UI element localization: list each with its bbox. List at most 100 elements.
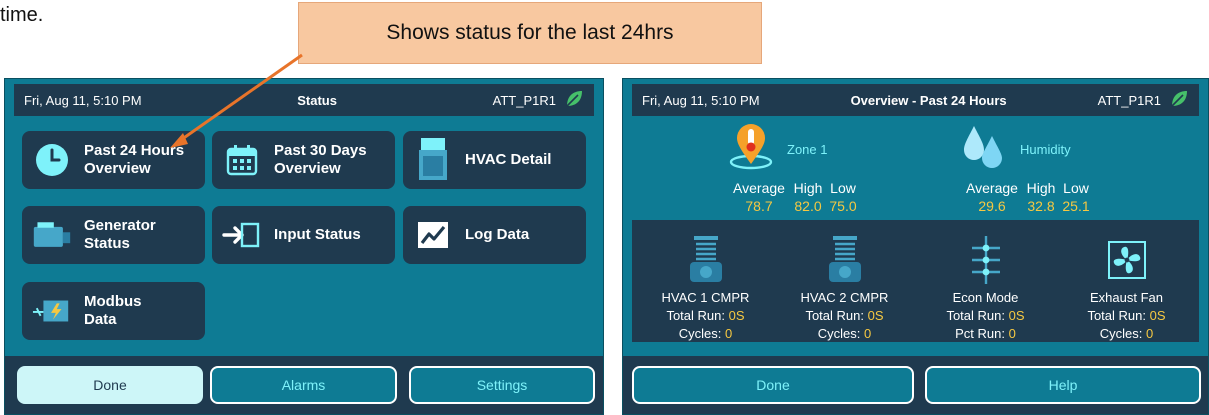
device-hvac-1-cmpr: HVAC 1 CMPR Total Run: 0S Cycles: 0 <box>638 220 773 342</box>
low-value: 75.0 <box>829 198 857 214</box>
header-date: Fri, Aug 11, 5:10 PM <box>24 92 142 108</box>
done-button[interactable]: Done <box>17 366 203 404</box>
total-run-value: 0S <box>1008 308 1025 323</box>
device-name: HVAC 2 CMPR <box>800 290 889 305</box>
cycles-label: Cycles: <box>1099 326 1143 341</box>
total-run-value: 0S <box>728 308 745 323</box>
cycles-value: 0 <box>725 326 733 341</box>
pct-run-value: 0 <box>1008 326 1016 341</box>
page-title: Status <box>297 92 337 108</box>
status-header: Fri, Aug 11, 5:10 PM Status ATT_P1R1 <box>14 84 594 116</box>
input-arrow-icon <box>222 215 262 255</box>
device-total-run: Total Run: 0S <box>1059 308 1194 323</box>
humidity-name: Humidity <box>1020 142 1071 157</box>
tile-label: Generator Status <box>84 217 156 252</box>
device-total-run: Total Run: 0S <box>918 308 1053 323</box>
compressor-icon <box>689 236 722 282</box>
total-run-label: Total Run: <box>946 308 1005 323</box>
status-bottom-bar: Done Alarms Settings <box>5 356 603 414</box>
econ-damper-icon <box>971 236 1000 284</box>
overview-screen: Fri, Aug 11, 5:10 PM Overview - Past 24 … <box>622 78 1209 415</box>
low-header: Low <box>1063 180 1089 196</box>
trend-chart-icon <box>413 215 453 255</box>
overview-bottom-bar: Done Help <box>623 356 1208 414</box>
status-screen: Fri, Aug 11, 5:10 PM Status ATT_P1R1 Pas… <box>4 78 604 415</box>
low-value: 25.1 <box>1062 198 1090 214</box>
calendar-icon <box>222 140 262 180</box>
hvac-unit-icon <box>413 138 453 180</box>
clock-icon <box>32 140 72 180</box>
device-total-run: Total Run: 0S <box>638 308 773 323</box>
cycles-label: Cycles: <box>678 326 722 341</box>
compressor-icon <box>828 236 861 282</box>
zone-stat-values: 78.7 82.0 75.0 <box>727 198 861 214</box>
cycles-label: Cycles: <box>817 326 861 341</box>
header-date: Fri, Aug 11, 5:10 PM <box>642 92 760 108</box>
total-run-label: Total Run: <box>805 308 864 323</box>
average-value: 78.7 <box>745 198 773 214</box>
device-pct-run: Pct Run: 0 <box>918 326 1053 341</box>
modbus-icon <box>32 291 72 331</box>
humidity-stat-headers: Average High Low <box>960 180 1094 196</box>
device-name: HVAC 1 CMPR <box>661 290 750 305</box>
site-name: ATT_P1R1 <box>492 92 556 108</box>
tile-label: Input Status <box>274 226 361 243</box>
high-header: High <box>1026 180 1056 196</box>
overview-header: Fri, Aug 11, 5:10 PM Overview - Past 24 … <box>632 84 1199 116</box>
tile-label: Log Data <box>465 226 530 243</box>
site-name: ATT_P1R1 <box>1097 92 1161 108</box>
annotation-callout: Shows status for the last 24hrs <box>298 2 762 64</box>
temperature-pin-icon <box>729 124 773 170</box>
device-cycles: Cycles: 0 <box>1059 326 1194 341</box>
document-text-fragment: time. <box>0 4 44 26</box>
total-run-label: Total Run: <box>666 308 725 323</box>
settings-button[interactable]: Settings <box>409 366 595 404</box>
tile-generator-status[interactable]: Generator Status <box>22 206 205 264</box>
high-value: 32.8 <box>1027 198 1055 214</box>
average-value: 29.6 <box>978 198 1006 214</box>
callout-text: Shows status for the last 24hrs <box>386 21 674 44</box>
tile-input-status[interactable]: Input Status <box>212 206 395 264</box>
tile-hvac-detail[interactable]: HVAC Detail <box>403 131 586 189</box>
device-name: Econ Mode <box>952 290 1019 305</box>
generator-icon <box>32 215 72 255</box>
done-button[interactable]: Done <box>632 366 914 404</box>
high-header: High <box>793 180 823 196</box>
total-run-label: Total Run: <box>1087 308 1146 323</box>
device-name: Exhaust Fan <box>1090 290 1163 305</box>
low-header: Low <box>830 180 856 196</box>
tile-label: HVAC Detail <box>465 151 552 168</box>
device-econ-mode: Econ Mode Total Run: 0S Pct Run: 0 <box>918 220 1053 342</box>
cycles-value: 0 <box>864 326 872 341</box>
total-run-value: 0S <box>1149 308 1166 323</box>
tile-modbus-data[interactable]: Modbus Data <box>22 282 205 340</box>
fan-icon <box>1107 241 1146 279</box>
device-cycles: Cycles: 0 <box>777 326 912 341</box>
tile-label: Modbus Data <box>84 293 142 328</box>
tile-log-data[interactable]: Log Data <box>403 206 586 264</box>
tile-past-30-days-overview[interactable]: Past 30 Days Overview <box>212 131 395 189</box>
device-cycles: Cycles: 0 <box>638 326 773 341</box>
zone-name: Zone 1 <box>787 142 828 157</box>
cycles-value: 0 <box>1146 326 1154 341</box>
tile-past-24-hours-overview[interactable]: Past 24 Hours Overview <box>22 131 205 189</box>
water-drops-icon <box>964 126 1002 168</box>
average-header: Average <box>733 180 785 196</box>
total-run-value: 0S <box>867 308 884 323</box>
high-value: 82.0 <box>794 198 822 214</box>
device-hvac-2-cmpr: HVAC 2 CMPR Total Run: 0S Cycles: 0 <box>777 220 912 342</box>
device-runtime-panel: HVAC 1 CMPR Total Run: 0S Cycles: 0 HVAC… <box>632 220 1199 342</box>
average-header: Average <box>966 180 1018 196</box>
humidity-stat-values: 29.6 32.8 25.1 <box>960 198 1094 214</box>
leaf-icon <box>564 89 584 112</box>
device-total-run: Total Run: 0S <box>777 308 912 323</box>
alarms-button[interactable]: Alarms <box>210 366 397 404</box>
leaf-icon <box>1169 89 1189 112</box>
help-button[interactable]: Help <box>925 366 1201 404</box>
tile-label: Past 24 Hours Overview <box>84 142 185 177</box>
zone-stat-headers: Average High Low <box>727 180 861 196</box>
tile-label: Past 30 Days Overview <box>274 142 367 177</box>
page-title: Overview - Past 24 Hours <box>850 92 1007 108</box>
pct-run-label: Pct Run: <box>955 326 1005 341</box>
device-exhaust-fan: Exhaust Fan Total Run: 0S Cycles: 0 <box>1059 220 1194 342</box>
